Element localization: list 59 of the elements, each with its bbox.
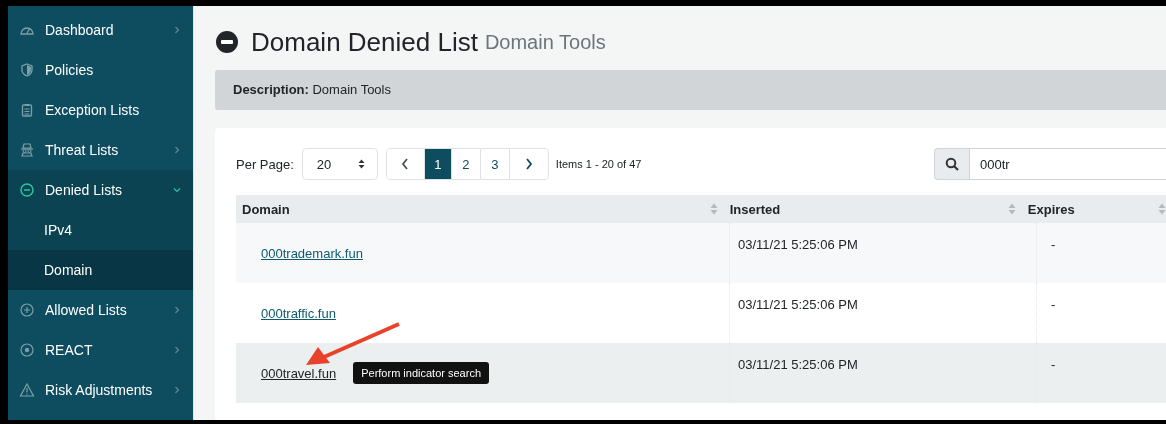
page-subtitle: Domain Tools xyxy=(484,30,606,54)
chevron-right-icon xyxy=(173,26,181,34)
clipboard-icon xyxy=(19,102,35,118)
sidebar-item-label: Exception Lists xyxy=(45,102,141,118)
sidebar-item-label: Denied Lists xyxy=(45,182,124,198)
table-cell-text: - xyxy=(1050,356,1057,374)
domain-link[interactable]: 000travel.fun xyxy=(261,365,337,381)
table-cell-text: - xyxy=(1050,236,1057,254)
per-page-select[interactable]: 20 xyxy=(301,148,378,180)
sidebar-item-label: Dashboard xyxy=(45,22,115,38)
sidebar-item-label: Policies xyxy=(45,62,95,78)
sidebar-item-label: Risk Adjustments xyxy=(45,382,154,398)
items-count: Items 1 - 20 of 47 xyxy=(555,158,642,170)
domain-link[interactable]: 000trademark.fun xyxy=(261,245,363,261)
page-button[interactable]: 1 xyxy=(424,149,452,179)
sidebar-item[interactable]: Allowed Lists xyxy=(8,290,193,330)
plus-circle-icon xyxy=(19,302,35,318)
sort-icon xyxy=(709,203,718,215)
minus-circle-icon xyxy=(215,30,239,54)
sort-caret-icon xyxy=(357,159,365,169)
sidebar-item-label: Allowed Lists xyxy=(45,302,128,318)
sidebar-item[interactable]: Exception Lists xyxy=(8,90,193,130)
search-button[interactable] xyxy=(934,148,969,180)
page-title: Domain Denied List xyxy=(251,26,478,58)
sidebar-item[interactable]: Threat Lists xyxy=(8,130,193,170)
column-header[interactable]: Inserted xyxy=(723,195,1022,223)
chevron-left-icon xyxy=(401,158,410,170)
sort-icon xyxy=(1007,203,1016,215)
shield-icon xyxy=(19,62,35,78)
sidebar-item[interactable]: Policies xyxy=(8,50,193,90)
sidebar-subitem[interactable]: Domain xyxy=(8,250,193,290)
column-header[interactable]: Expires xyxy=(1021,195,1166,223)
spy-icon xyxy=(19,142,35,158)
sidebar-subitem[interactable]: IPv4 xyxy=(8,210,193,250)
sidebar-item[interactable]: REACT xyxy=(8,330,193,370)
sidebar-item[interactable]: Risk Adjustments xyxy=(8,370,193,410)
sidebar-item-label: Threat Lists xyxy=(45,142,120,158)
warning-icon xyxy=(19,382,35,398)
search-icon xyxy=(945,157,959,171)
sidebar-item[interactable]: Denied Lists xyxy=(8,170,193,210)
sidebar-item-label: REACT xyxy=(45,342,94,358)
dot-circle-icon xyxy=(19,342,35,358)
search-field[interactable]: 000tr xyxy=(969,148,1166,180)
chevron-right-icon xyxy=(173,346,181,354)
chevron-right-icon xyxy=(173,146,181,154)
table-cell-text: - xyxy=(1050,296,1057,314)
column-header[interactable]: Domain xyxy=(236,195,724,223)
per-page-label: Per Page: xyxy=(236,156,294,172)
sidebar-item[interactable]: Dashboard xyxy=(8,10,193,50)
tooltip: Perform indicator search xyxy=(353,362,489,384)
chevron-right-icon xyxy=(173,386,181,394)
description-bar: Description: Domain Tools xyxy=(215,70,1166,110)
chevron-down-icon xyxy=(173,186,181,194)
sort-icon xyxy=(1158,203,1166,215)
minus-circle-icon xyxy=(19,182,35,198)
domain-link[interactable]: 000traffic.fun xyxy=(261,305,336,321)
chevron-right-icon xyxy=(524,158,533,170)
previous-page-button[interactable] xyxy=(386,149,425,179)
chevron-right-icon xyxy=(173,306,181,314)
